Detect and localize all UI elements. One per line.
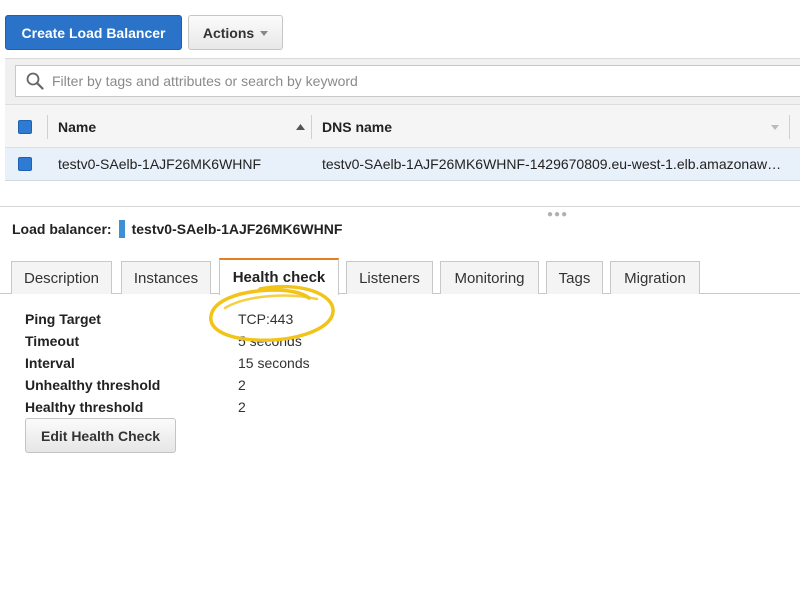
sort-up-icon[interactable]	[296, 124, 305, 130]
actions-label: Actions	[202, 24, 255, 41]
tab-health-check[interactable]: Health check	[219, 258, 339, 295]
tab-listeners[interactable]: Listeners	[346, 261, 433, 294]
detail-title: Load balancer: testv0-SAelb-1AJF26MK6WHN…	[12, 220, 342, 238]
field-label: Unhealthy threshold	[25, 377, 161, 393]
selection-indicator	[118, 220, 125, 238]
field-label: Ping Target	[25, 311, 101, 327]
column-divider	[311, 115, 312, 139]
field-value: 15 seconds	[238, 355, 310, 371]
field-value: TCP:443	[238, 311, 294, 327]
tab-description[interactable]: Description	[11, 261, 112, 294]
row-dns: testv0-SAelb-1AJF26MK6WHNF-1429670809.eu…	[322, 156, 782, 172]
field-label: Interval	[25, 355, 75, 371]
column-header-name[interactable]: Name	[58, 119, 96, 135]
detail-title-prefix: Load balancer:	[12, 221, 112, 237]
panel-divider[interactable]	[0, 206, 800, 207]
field-value: 2	[238, 377, 246, 393]
field-value: 5 seconds	[238, 333, 302, 349]
search-icon	[26, 72, 44, 90]
detail-tabs: Description Instances Health check Liste…	[0, 258, 800, 295]
select-all-checkbox[interactable]	[18, 120, 32, 134]
field-value: 2	[238, 399, 246, 415]
resize-handle-icon[interactable]: ●●●	[547, 209, 568, 220]
tab-monitoring[interactable]: Monitoring	[440, 261, 539, 294]
actions-button[interactable]: Actions	[188, 15, 283, 50]
column-divider	[47, 115, 48, 139]
chevron-down-icon	[260, 31, 269, 36]
create-load-balancer-button[interactable]: Create Load Balancer	[5, 15, 182, 50]
table-row[interactable]: testv0-SAelb-1AJF26MK6WHNF testv0-SAelb-…	[5, 148, 800, 181]
field-label: Timeout	[25, 333, 80, 349]
edit-health-check-button[interactable]: Edit Health Check	[25, 418, 176, 453]
top-toolbar: Create Load Balancer Actions	[0, 0, 800, 60]
search-input[interactable]: Filter by tags and attributes or search …	[15, 65, 800, 97]
tab-instances[interactable]: Instances	[121, 261, 211, 294]
search-placeholder: Filter by tags and attributes or search …	[52, 73, 358, 89]
column-divider	[789, 115, 790, 139]
search-bar: Filter by tags and attributes or search …	[5, 58, 800, 104]
sort-down-icon[interactable]	[771, 125, 779, 130]
field-label: Healthy threshold	[25, 399, 144, 415]
tab-migration[interactable]: Migration	[610, 261, 700, 294]
row-checkbox[interactable]	[18, 157, 32, 171]
row-name: testv0-SAelb-1AJF26MK6WHNF	[58, 156, 262, 172]
detail-title-name: testv0-SAelb-1AJF26MK6WHNF	[131, 221, 343, 237]
tab-tags[interactable]: Tags	[546, 261, 603, 294]
column-header-dns[interactable]: DNS name	[322, 119, 392, 135]
table-header: Name DNS name	[5, 104, 800, 148]
